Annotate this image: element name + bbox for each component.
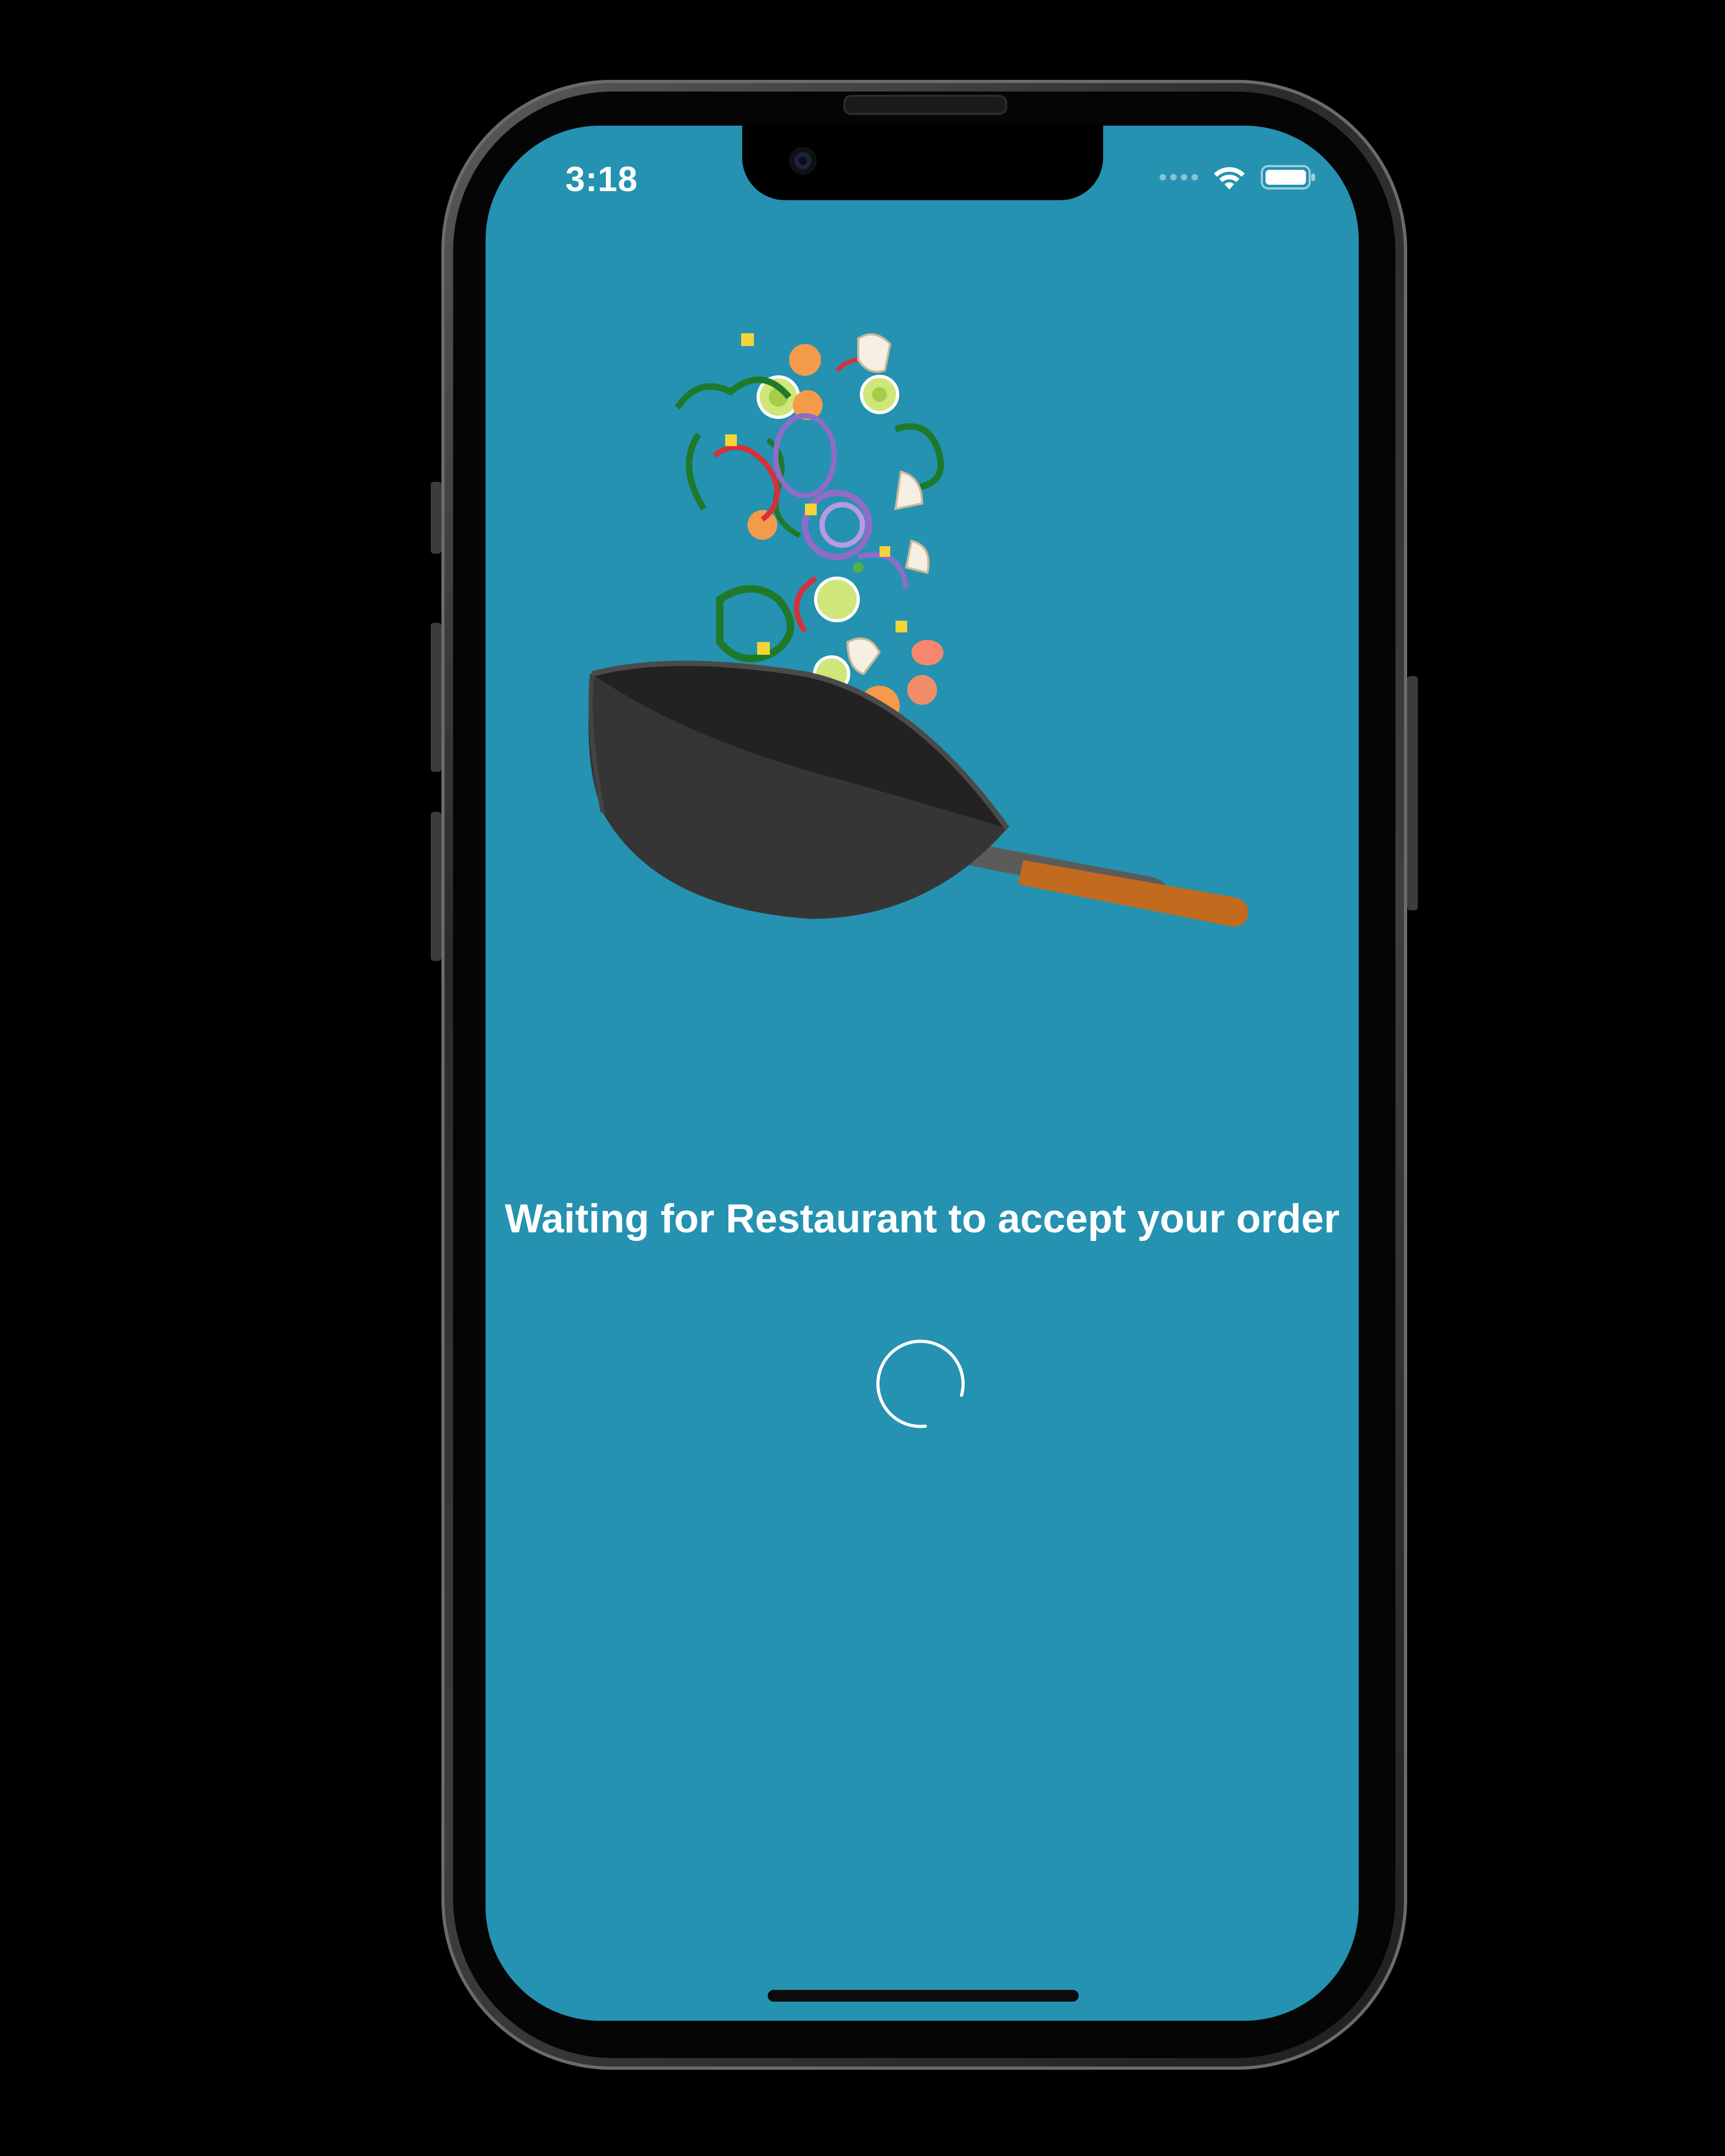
phone-power-button <box>1407 676 1418 910</box>
app-screen: 3:18 Waiting for Restaurant to accept yo… <box>486 126 1359 2021</box>
phone-mute-switch <box>431 482 441 554</box>
front-camera <box>789 147 817 175</box>
phone-earpiece-speaker <box>843 95 1007 115</box>
cellular-signal-icon <box>1160 174 1198 180</box>
order-status-message: Waiting for Restaurant to accept your or… <box>504 1196 1340 1241</box>
loading-spinner-icon <box>876 1339 965 1428</box>
battery-icon <box>1261 165 1315 190</box>
phone-volume-down-button <box>431 812 441 961</box>
status-bar-indicators <box>1160 164 1316 191</box>
phone-volume-up-button <box>431 623 441 772</box>
status-bar-time: 3:18 <box>565 159 638 199</box>
wifi-icon <box>1214 167 1245 190</box>
home-indicator[interactable] <box>768 1990 1079 2002</box>
wok-illustration <box>588 333 1248 927</box>
